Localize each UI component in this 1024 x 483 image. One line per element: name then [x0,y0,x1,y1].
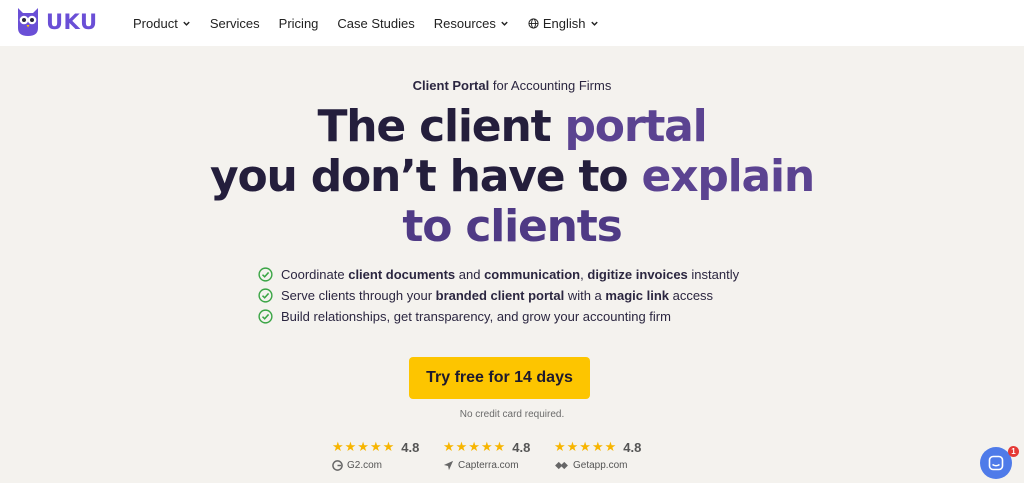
language-label: English [542,15,586,31]
eyebrow-rest: for Accounting Firms [489,78,612,93]
nav-item-pricing[interactable]: Pricing [279,16,319,31]
nav-item-label: Case Studies [337,15,415,31]
hero-eyebrow: Client Portal for Accounting Firms [0,78,1024,93]
rating-score: 4.8 [512,439,531,455]
getapp-icon [555,461,568,470]
feature-text: Build relationships, get transparency, a… [281,309,671,324]
rating-score: 4.8 [623,439,642,455]
cta-note: No credit card required. [459,409,565,420]
chevron-down-icon [183,21,190,26]
rating-score: 4.8 [401,439,420,455]
nav-item-label: Pricing [278,15,319,31]
check-circle-icon [258,288,273,303]
hero-section: Client Portal for Accounting Firms The c… [0,46,1024,483]
main-menu: Product Services Pricing Case Studies Re… [133,0,618,46]
headline-line-3: to clients [402,201,622,252]
rating-g2[interactable]: ★★★★★ 4.8 G2.com [332,437,443,472]
rating-top: ★★★★★ 4.8 [554,437,665,457]
nav-item-label: Resources [433,15,496,31]
language-selector[interactable]: English [528,16,599,31]
feature-item: Build relationships, get transparency, a… [258,306,739,327]
headline-highlight: portal [564,101,708,152]
chat-notification-badge: 1 [1008,446,1019,457]
rating-source-label: G2.com [347,460,383,471]
try-free-button[interactable]: Try free for 14 days [409,357,590,399]
feature-list: Coordinate client documents and communic… [258,264,739,327]
headline-line-1: The client portal [0,102,1024,152]
nav-item-label: Product [133,15,178,31]
globe-icon [528,17,539,29]
feature-item: Coordinate client documents and communic… [258,264,739,285]
nav-item-case-studies[interactable]: Case Studies [337,16,414,31]
nav-item-resources[interactable]: Resources [434,16,509,31]
star-rating-icon: ★★★★★ [443,439,507,455]
rating-getapp[interactable]: ★★★★★ 4.8 Getapp.com [554,437,665,472]
nav-item-services[interactable]: Services [210,16,260,31]
owl-logo-icon [18,8,38,36]
rating-source-label: Capterra.com [458,460,519,471]
top-nav: UKU Product Services Pricing Case Studie… [0,0,1024,46]
rating-capterra[interactable]: ★★★★★ 4.8 Capterra.com [443,437,554,472]
chevron-down-icon [501,21,508,26]
chat-icon [988,455,1004,471]
uku-logo[interactable]: UKU [15,6,98,38]
nav-item-label: Services [209,15,260,31]
feature-item: Serve clients through your branded clien… [258,285,739,306]
headline-highlight: explain [641,151,816,202]
feature-text: Coordinate client documents and communic… [281,267,740,282]
brand-name: UKU [46,10,98,34]
headline-line-2: you don’t have to explain [0,152,1024,202]
check-circle-icon [258,309,273,324]
eyebrow-bold: Client Portal [412,78,490,93]
hero-headline: The client portal you don’t have to expl… [0,102,1024,252]
capterra-icon [443,460,454,471]
g2-icon [332,460,343,471]
rating-top: ★★★★★ 4.8 [443,437,554,457]
check-circle-icon [258,267,273,282]
star-rating-icon: ★★★★★ [332,439,396,455]
nav-item-product[interactable]: Product [133,16,191,31]
ratings-row: ★★★★★ 4.8 G2.com ★★★★★ 4.8 Capterra.com … [332,437,665,472]
rating-source: Getapp.com [554,460,665,471]
star-rating-icon: ★★★★★ [554,439,618,455]
headline-text: you don’t have to [209,151,642,202]
headline-text: The client [317,101,565,152]
chevron-down-icon [590,21,598,26]
rating-source: Capterra.com [443,460,554,471]
rating-top: ★★★★★ 4.8 [332,437,443,457]
rating-source-label: Getapp.com [573,460,628,471]
feature-text: Serve clients through your branded clien… [281,288,714,303]
rating-source: G2.com [332,460,443,471]
